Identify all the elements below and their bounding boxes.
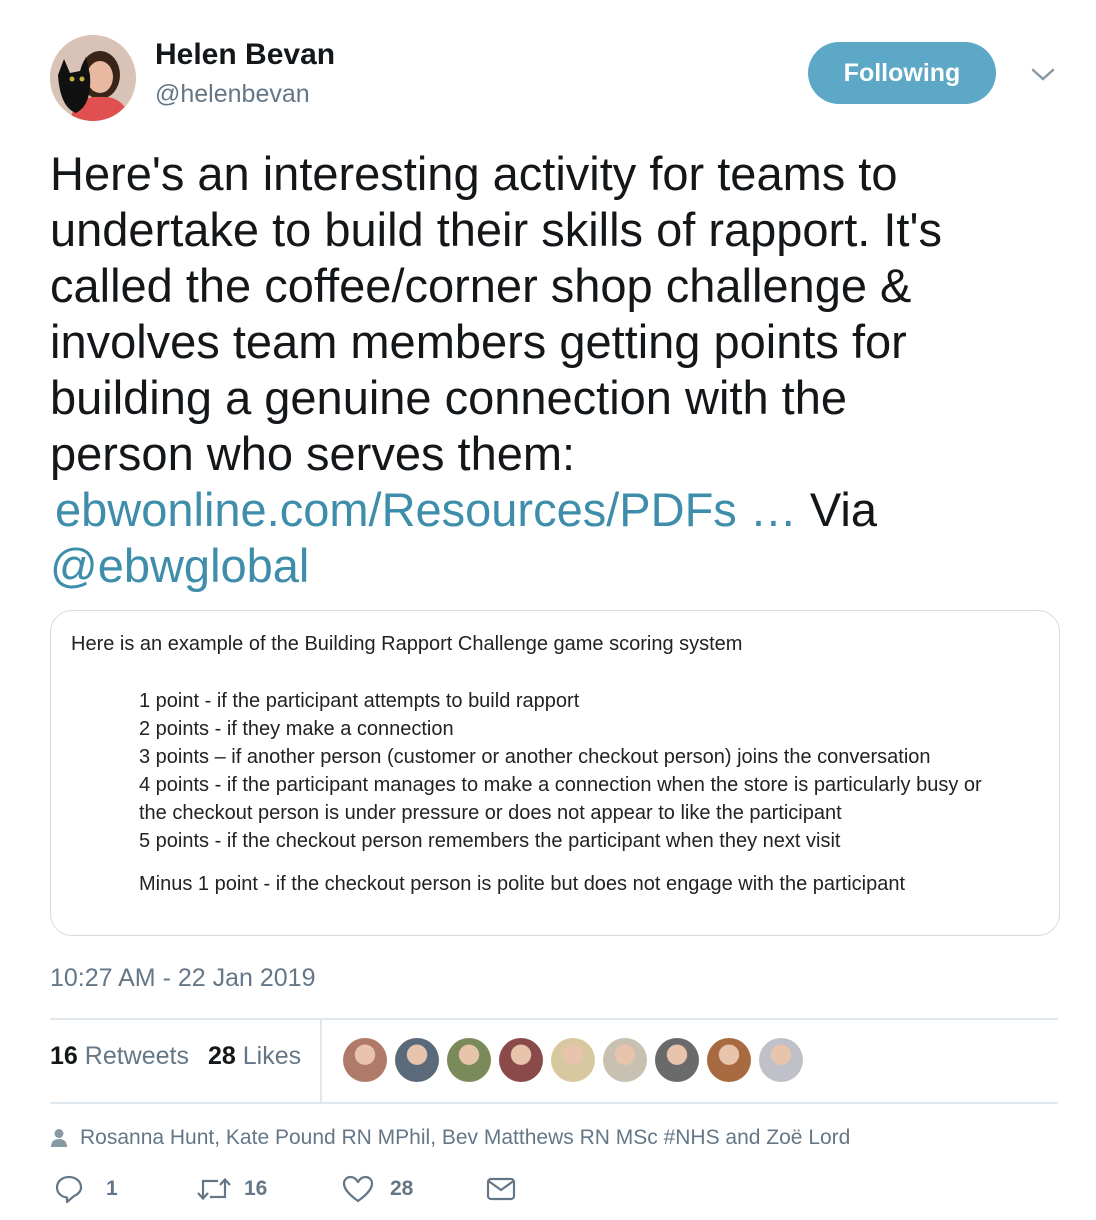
scoring-line: 5 points - if the checkout person rememb… bbox=[139, 830, 841, 852]
author-name[interactable]: Helen Bevan bbox=[155, 38, 335, 72]
via-text: Via bbox=[796, 483, 877, 536]
tweet-line: involves team members getting points for bbox=[50, 315, 907, 368]
stats-divider bbox=[320, 1020, 322, 1102]
tweet-line: undertake to build their skills of rappo… bbox=[50, 203, 942, 256]
envelope-icon bbox=[486, 1177, 516, 1201]
tweet-text: Here's an interesting activity for teams… bbox=[50, 146, 1060, 594]
attached-image[interactable]: Here is an example of the Building Rappo… bbox=[50, 610, 1060, 936]
likes-count: 28 bbox=[208, 1042, 236, 1070]
tweet-timestamp[interactable]: 10:27 AM - 22 Jan 2019 bbox=[50, 964, 315, 993]
following-button[interactable]: Following bbox=[808, 42, 996, 104]
tweet-line: Here's an interesting activity for teams… bbox=[50, 147, 898, 200]
divider bbox=[50, 1018, 1058, 1020]
url-link[interactable]: ebwonline.com/Resources/PDFs bbox=[55, 483, 737, 536]
liker-avatar[interactable] bbox=[655, 1038, 699, 1082]
author-avatar[interactable] bbox=[50, 35, 136, 121]
like-count: 28 bbox=[390, 1177, 414, 1200]
liker-avatar[interactable] bbox=[759, 1038, 803, 1082]
mention-link[interactable]: @ebwglobal bbox=[50, 539, 309, 592]
scoring-line: 2 points - if they make a connection bbox=[139, 718, 454, 740]
liker-avatar[interactable] bbox=[395, 1038, 439, 1082]
liker-avatar[interactable] bbox=[707, 1038, 751, 1082]
retweets-stat[interactable]: 16 Retweets bbox=[50, 1042, 189, 1071]
retweet-count: 16 bbox=[244, 1177, 268, 1200]
tweet-line-link: ebwonline.com/Resources/PDFs … Via bbox=[50, 482, 1060, 538]
tweet-line: building a genuine connection with the bbox=[50, 371, 847, 424]
reply-count: 1 bbox=[106, 1177, 118, 1200]
likes-label: Likes bbox=[242, 1042, 302, 1070]
url-ellipsis[interactable]: … bbox=[737, 483, 797, 536]
retweets-label: Retweets bbox=[84, 1042, 189, 1070]
scoring-line: 1 point - if the participant attempts to… bbox=[139, 690, 580, 712]
scoring-line: 4 points - if the participant manages to… bbox=[139, 774, 982, 796]
card-title: Here is an example of the Building Rappo… bbox=[71, 633, 743, 655]
profile-photo-icon bbox=[50, 35, 136, 121]
liked-by-names[interactable]: Rosanna Hunt, Kate Pound RN MPhil, Bev M… bbox=[80, 1126, 850, 1150]
divider bbox=[50, 1102, 1058, 1104]
retweet-icon bbox=[197, 1177, 231, 1201]
liker-avatar[interactable] bbox=[499, 1038, 543, 1082]
tweet-line: called the coffee/corner shop challenge … bbox=[50, 259, 912, 312]
tweet-line: person who serves them: bbox=[50, 427, 576, 480]
liked-by: Rosanna Hunt, Kate Pound RN MPhil, Bev M… bbox=[50, 1126, 850, 1150]
retweet-button[interactable]: 16 bbox=[196, 1172, 267, 1206]
liker-avatar[interactable] bbox=[603, 1038, 647, 1082]
liked-by-avatars bbox=[343, 1038, 803, 1082]
direct-message-button[interactable] bbox=[486, 1172, 516, 1206]
scoring-minus-line: Minus 1 point - if the checkout person i… bbox=[139, 873, 906, 895]
liker-avatar[interactable] bbox=[447, 1038, 491, 1082]
like-button[interactable]: 28 bbox=[342, 1172, 413, 1206]
reply-button[interactable]: 1 bbox=[54, 1172, 118, 1206]
author-handle[interactable]: @helenbevan bbox=[155, 80, 310, 109]
scoring-list: 1 point - if the participant attempts to… bbox=[139, 687, 1039, 855]
scoring-line: 3 points – if another person (customer o… bbox=[139, 746, 931, 768]
retweets-count: 16 bbox=[50, 1042, 78, 1070]
person-icon bbox=[51, 1129, 67, 1147]
likes-stat[interactable]: 28 Likes bbox=[208, 1042, 301, 1071]
reply-icon bbox=[55, 1175, 83, 1204]
heart-icon bbox=[342, 1175, 374, 1203]
liker-avatar[interactable] bbox=[551, 1038, 595, 1082]
chevron-down-icon[interactable] bbox=[1028, 62, 1058, 86]
scoring-line: the checkout person is under pressure or… bbox=[139, 802, 842, 824]
liker-avatar[interactable] bbox=[343, 1038, 387, 1082]
